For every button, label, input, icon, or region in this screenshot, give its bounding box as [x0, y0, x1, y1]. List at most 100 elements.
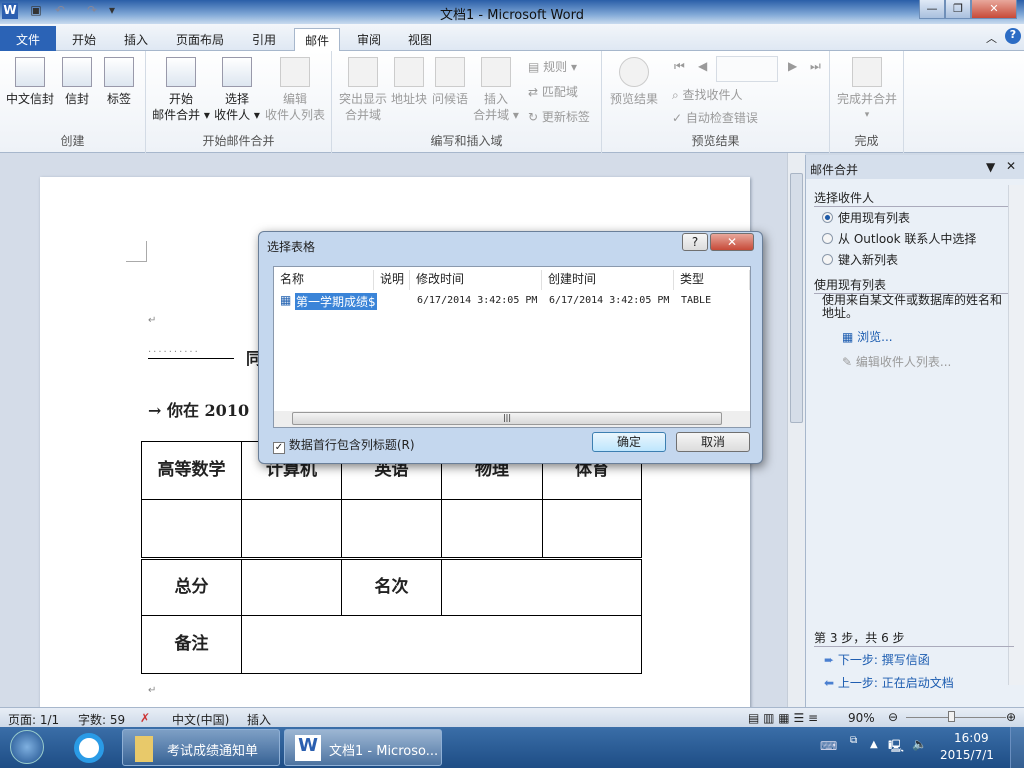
column-header-name[interactable]: 名称 — [274, 270, 374, 290]
finish-merge-button[interactable]: 完成并合并 ▾ — [834, 51, 900, 123]
tab-mailings[interactable]: 邮件 — [294, 28, 341, 52]
insert-mode[interactable]: 插入 — [247, 711, 271, 728]
column-header-created[interactable]: 创建时间 — [542, 270, 674, 290]
vertical-scrollbar[interactable] — [787, 153, 805, 707]
show-desktop-button[interactable] — [1010, 727, 1024, 768]
app-icon[interactable] — [74, 733, 104, 763]
show-windows-icon[interactable]: ⧉ — [850, 735, 857, 746]
scrollbar-thumb[interactable]: ||| — [292, 412, 722, 425]
network-icon[interactable]: 🖳 — [888, 737, 904, 758]
highlight-merge-fields-button[interactable]: 突出显示 合并域 — [336, 51, 390, 123]
table-cell[interactable] — [441, 559, 642, 616]
table-cell-rank-label[interactable]: 名次 — [341, 559, 442, 616]
help-icon[interactable]: ? — [1005, 28, 1021, 44]
column-header-type[interactable]: 类型 — [674, 270, 750, 290]
start-button[interactable] — [10, 730, 44, 764]
dialog-help-button[interactable]: ? — [682, 233, 708, 251]
select-recipients-button[interactable]: 选择 收件人 ▾ — [212, 51, 262, 123]
table-cell[interactable] — [341, 499, 442, 558]
table-row[interactable]: ▦ 第一学期成绩$ 6/17/2014 3:42:05 PM 6/17/2014… — [274, 293, 750, 310]
option-existing-list[interactable]: 使用现有列表 — [822, 209, 910, 226]
rules-button[interactable]: ▤ 规则 ▾ — [528, 59, 577, 75]
dialog-close-button[interactable]: ✕ — [710, 233, 754, 251]
column-header-modified[interactable]: 修改时间 — [410, 270, 542, 290]
ok-button[interactable]: 确定 — [592, 432, 666, 452]
restore-button[interactable]: ❐ — [945, 0, 971, 19]
pane-menu-icon[interactable]: ▼ — [986, 160, 995, 174]
tab-file[interactable]: 文件 — [0, 26, 56, 51]
column-header-description[interactable]: 说明 — [374, 270, 410, 290]
page-count[interactable]: 页面: 1/1 — [8, 711, 59, 728]
greeting-line-button[interactable]: 问候语 — [430, 51, 470, 107]
tab-home[interactable]: 开始 — [62, 28, 106, 51]
last-record-icon[interactable]: ⏭ — [810, 59, 821, 74]
tab-view[interactable]: 视图 — [398, 28, 442, 51]
taskbar-item-folder[interactable]: 考试成绩通知单 — [122, 729, 280, 766]
first-record-icon[interactable]: ⏮ — [674, 59, 685, 74]
minimize-ribbon-icon[interactable]: ︿ — [986, 30, 997, 46]
radio-checked[interactable] — [822, 212, 833, 223]
address-block-button[interactable]: 地址块 — [390, 51, 428, 107]
table-header-cell[interactable]: 高等数学 — [141, 441, 242, 500]
radio-unchecked[interactable] — [822, 233, 833, 244]
option-new-list[interactable]: 键入新列表 — [822, 251, 898, 268]
record-number-input[interactable] — [716, 56, 778, 82]
table-cell-note-label[interactable]: 备注 — [141, 615, 242, 674]
horizontal-scrollbar[interactable]: ||| — [274, 411, 750, 427]
clock-time[interactable]: 16:09 — [954, 731, 989, 745]
edit-recipient-list-button[interactable]: 编辑 收件人列表 — [262, 51, 328, 123]
language[interactable]: 中文(中国) — [172, 711, 229, 728]
scrollbar-thumb[interactable] — [790, 173, 803, 423]
envelopes-button[interactable]: 信封 — [58, 51, 96, 107]
tab-insert[interactable]: 插入 — [114, 28, 158, 51]
table-cell[interactable] — [542, 499, 642, 558]
table-cell[interactable] — [141, 499, 242, 558]
match-fields-button[interactable]: ⇄ 匹配域 — [528, 84, 578, 100]
proofing-icon[interactable]: ✗ — [140, 711, 150, 725]
preview-results-button[interactable]: 预览结果 — [606, 51, 662, 107]
browse-link[interactable]: ▦ 浏览... — [842, 328, 893, 345]
chinese-envelope-button[interactable]: 中文信封 — [4, 51, 56, 107]
header-row-checkbox[interactable]: ✓ 数据首行包含列标题(R) — [273, 436, 415, 454]
previous-record-icon[interactable]: ◀ — [698, 59, 707, 73]
show-hidden-icons[interactable]: ▲ — [870, 739, 878, 750]
tab-page-layout[interactable]: 页面布局 — [166, 28, 234, 51]
taskbar-item-word[interactable]: W 文档1 - Microso... — [284, 729, 442, 766]
tab-references[interactable]: 引用 — [242, 28, 286, 51]
pane-scrollbar[interactable] — [1008, 185, 1024, 685]
pane-close-icon[interactable]: ✕ — [1006, 159, 1016, 173]
clock-date[interactable]: 2015/7/1 — [940, 748, 994, 762]
volume-icon[interactable]: 🔈 — [912, 737, 927, 751]
checkbox-checked-icon[interactable]: ✓ — [273, 442, 285, 454]
labels-button[interactable]: 标签 — [100, 51, 138, 107]
table-cell[interactable] — [241, 615, 642, 674]
radio-unchecked[interactable] — [822, 254, 833, 265]
table-cell-total-label[interactable]: 总分 — [141, 559, 242, 616]
update-labels-button[interactable]: ↻ 更新标签 — [528, 109, 590, 125]
previous-step-link[interactable]: ⬅ 上一步: 正在启动文档 — [824, 674, 954, 691]
keyboard-icon[interactable]: ⌨ — [820, 739, 837, 753]
table-cell[interactable] — [241, 559, 342, 616]
insert-merge-field-button[interactable]: 插入 合并域 ▾ — [472, 51, 520, 123]
word-count[interactable]: 字数: 59 — [78, 711, 125, 728]
minimize-button[interactable]: — — [919, 0, 945, 19]
zoom-slider-track[interactable] — [906, 717, 1006, 718]
auto-check-errors-button[interactable]: ✓ 自动检查错误 — [672, 110, 758, 126]
table-cell[interactable] — [441, 499, 543, 558]
edit-recipient-list-link[interactable]: ✎ 编辑收件人列表... — [842, 353, 951, 370]
tab-review[interactable]: 审阅 — [347, 28, 391, 51]
table-cell[interactable] — [241, 499, 342, 558]
table-list[interactable]: 名称 说明 修改时间 创建时间 类型 ▦ 第一学期成绩$ 6/17/2014 3… — [273, 266, 751, 428]
cancel-button[interactable]: 取消 — [676, 432, 750, 452]
close-button[interactable]: ✕ — [971, 0, 1017, 19]
view-buttons[interactable]: ▤ ▥ ▦ ☰ ≡ — [748, 711, 818, 725]
zoom-level[interactable]: 90% — [848, 711, 875, 725]
zoom-in-icon[interactable]: ⊕ — [1006, 710, 1016, 724]
next-record-icon[interactable]: ▶ — [788, 59, 797, 73]
find-recipient-button[interactable]: ⌕ 查找收件人 — [672, 87, 743, 103]
option-outlook-contacts[interactable]: 从 Outlook 联系人中选择 — [822, 230, 976, 247]
start-mail-merge-button[interactable]: 开始 邮件合并 ▾ — [150, 51, 212, 123]
zoom-slider-thumb[interactable] — [948, 711, 955, 722]
zoom-out-icon[interactable]: ⊖ — [888, 710, 898, 724]
next-step-link[interactable]: ➨ 下一步: 撰写信函 — [824, 651, 930, 668]
